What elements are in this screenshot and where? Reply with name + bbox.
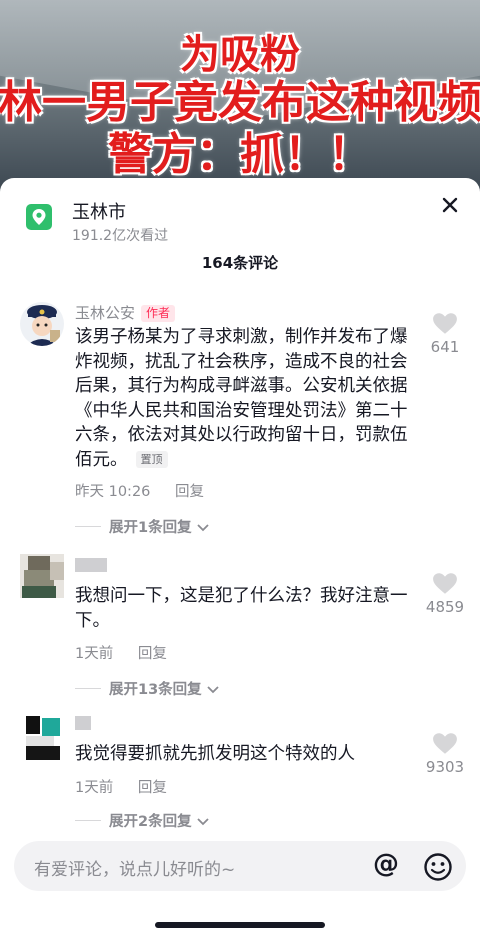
comment-text-body: 该男子杨某为了寻求刺激，制作并发布了爆炸视频，扰乱了社会秩序，造成不良的社会后果… — [75, 327, 408, 470]
like-button[interactable]: 641 — [410, 312, 480, 356]
author-badge: 作者 — [141, 305, 176, 322]
heart-icon — [433, 313, 457, 334]
username-redacted — [75, 716, 91, 730]
comment-count: 164条评论 — [201, 254, 279, 272]
comment-text[interactable]: 我觉得要抓就先抓发明这个特效的人 — [75, 742, 417, 767]
comment-meta: 1天前 回复 — [75, 642, 167, 663]
like-count: 9303 — [425, 758, 465, 776]
expand-replies-label: 展开13条回复 — [109, 682, 202, 698]
chevron-down-icon — [197, 818, 209, 826]
reply-button[interactable]: 回复 — [175, 484, 204, 500]
expand-replies-label: 展开2条回复 — [109, 814, 192, 830]
like-count: 641 — [430, 338, 460, 356]
home-indicator[interactable] — [155, 922, 325, 928]
chevron-down-icon — [207, 686, 219, 694]
video-headline-line3: 警方：抓！！ — [108, 129, 372, 180]
comment-sheet: 玉林市 191.2亿次看过 164条评论 玉林公安 作者 该男子杨某为了寻求刺激，… — [0, 178, 480, 937]
comment-text[interactable]: 该男子杨某为了寻求刺激，制作并发布了爆炸视频，扰乱了社会秩序，造成不良的社会后果… — [75, 325, 417, 472]
reply-button[interactable]: 回复 — [138, 780, 167, 796]
like-button[interactable]: 4859 — [410, 572, 480, 616]
comment-text[interactable]: 我想问一下，这是犯了什么法？我好注意一下。 — [75, 584, 417, 633]
reply-button[interactable]: 回复 — [138, 646, 167, 662]
comment-time: 1天前 — [75, 780, 114, 796]
comment-meta: 1天前 回复 — [75, 776, 167, 797]
close-button[interactable] — [437, 192, 463, 218]
expand-replies-label: 展开1条回复 — [109, 520, 192, 536]
close-icon — [442, 197, 458, 213]
heart-icon — [433, 733, 457, 754]
avatar[interactable] — [20, 302, 64, 346]
location-pin-icon — [26, 204, 52, 230]
username-redacted — [75, 558, 107, 572]
avatar[interactable] — [20, 554, 64, 598]
emoji-icon[interactable] — [423, 852, 453, 882]
expand-replies-button[interactable]: 展开2条回复 — [75, 810, 209, 831]
comment-input-placeholder[interactable]: 有爱评论，说点儿好听的~ — [34, 855, 235, 880]
avatar[interactable] — [20, 716, 64, 760]
pinned-badge: 置顶 — [135, 450, 168, 468]
like-button[interactable]: 9303 — [410, 732, 480, 776]
comment-time: 昨天 10:26 — [75, 484, 151, 500]
like-count: 4859 — [425, 598, 465, 616]
location-topic[interactable]: 玉林市 191.2亿次看过 — [26, 196, 466, 244]
heart-icon — [433, 573, 457, 594]
topic-views: 191.2亿次看过 — [72, 228, 169, 244]
comment-meta: 昨天 10:26 回复 — [75, 480, 204, 501]
divider-line — [75, 526, 101, 527]
divider-line — [75, 820, 101, 821]
comment-input[interactable]: 有爱评论，说点儿好听的~ @ — [14, 841, 466, 891]
divider-line — [75, 688, 101, 689]
comment-username-text[interactable]: 玉林公安 — [75, 304, 135, 322]
expand-replies-button[interactable]: 展开13条回复 — [75, 678, 219, 699]
topic-title: 玉林市 — [72, 202, 126, 223]
mention-at-icon[interactable]: @ — [373, 849, 399, 879]
chevron-down-icon — [197, 524, 209, 532]
video-preview[interactable]: 为吸粉 林一男子竟发布这种视频 警方：抓！！ — [0, 0, 480, 195]
expand-replies-button[interactable]: 展开1条回复 — [75, 516, 209, 537]
comment-username[interactable]: 玉林公安 作者 — [75, 302, 176, 323]
comment-time: 1天前 — [75, 646, 114, 662]
